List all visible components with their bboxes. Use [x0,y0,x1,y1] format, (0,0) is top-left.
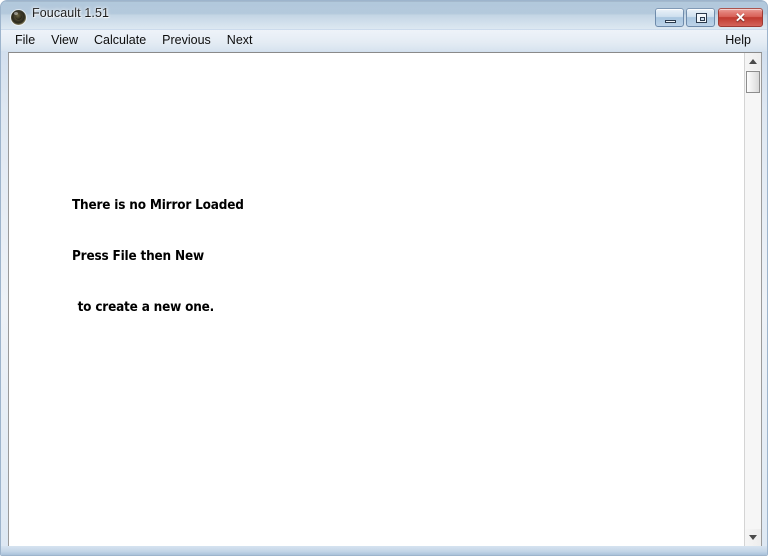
menu-item-next[interactable]: Next [219,32,261,50]
maximize-button[interactable] [686,8,715,27]
close-icon: ✕ [735,10,746,25]
title-bar[interactable]: Foucault 1.51 ✕ [1,1,767,29]
menu-item-help[interactable]: Help [717,32,759,50]
maximize-icon [696,13,707,23]
scrollbar-thumb[interactable] [746,71,760,93]
scroll-up-button[interactable] [745,53,761,70]
message-line-3: to create a new one. [77,300,215,315]
menu-item-file[interactable]: File [7,32,43,50]
message-line-2: Press File then New [72,249,204,264]
no-mirror-message: There is no Mirror Loaded Press File the… [72,163,244,350]
client-area: There is no Mirror Loaded Press File the… [8,52,762,547]
close-button[interactable]: ✕ [718,8,763,27]
maximize-icon-inner [700,17,705,21]
menu-item-view[interactable]: View [43,32,86,50]
menu-item-previous[interactable]: Previous [154,32,219,50]
chevron-down-icon [749,535,757,540]
mirror-canvas[interactable]: There is no Mirror Loaded Press File the… [9,53,744,546]
message-line-1: There is no Mirror Loaded [72,198,244,213]
window-title: Foucault 1.51 [32,6,110,20]
scrollbar-track[interactable] [745,70,761,529]
scroll-down-button[interactable] [745,529,761,546]
window-frame-bottom [1,546,767,555]
menu-item-calculate[interactable]: Calculate [86,32,154,50]
chevron-up-icon [749,59,757,64]
minimize-icon [665,20,676,23]
mirror-lens-icon[interactable] [11,10,26,25]
minimize-button[interactable] [655,8,684,27]
menu-bar: File View Calculate Previous Next Help [1,30,767,51]
application-window: Foucault 1.51 ✕ File View Calculate Prev… [0,0,768,556]
vertical-scrollbar[interactable] [744,53,761,546]
window-controls: ✕ [653,8,763,29]
